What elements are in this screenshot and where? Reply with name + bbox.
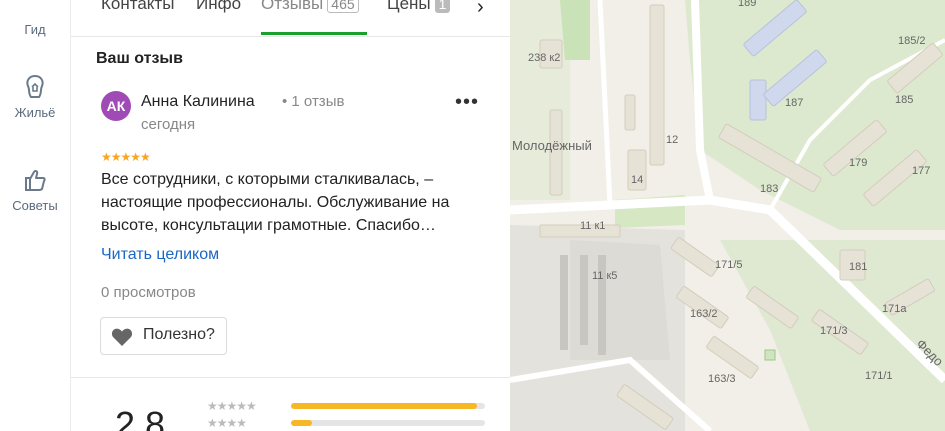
map-label-179: 179	[849, 157, 868, 169]
map-label-14: 14	[631, 174, 644, 186]
map-label-187: 187	[785, 97, 804, 109]
map-view[interactable]: 189 185/2 238 к2 187 185 Молодёжный 12 1…	[510, 0, 945, 431]
left-rail: Гид Жильё Советы	[0, 0, 71, 431]
map-label-183: 183	[760, 183, 779, 195]
map-label-163-2: 163/2	[690, 308, 718, 320]
map-label-189: 189	[738, 0, 757, 9]
tab-info[interactable]: Инфо	[196, 0, 241, 14]
review-views: 0 просмотров	[101, 284, 196, 301]
map-label-molodezhny: Молодёжный	[512, 138, 592, 153]
map-label-171-3: 171/3	[820, 325, 848, 337]
tab-reviews-count: 465	[327, 0, 359, 13]
map-label-238k2: 238 к2	[528, 52, 561, 64]
rail-item-guide-label: Гид	[24, 22, 46, 37]
rating-row-4-stars: ★★★★	[207, 416, 247, 430]
tab-info-label: Инфо	[196, 0, 242, 13]
tab-prices[interactable]: Цены 1	[387, 0, 451, 14]
tab-contacts[interactable]: Контакты	[101, 0, 174, 14]
map-label-171-1: 171/1	[865, 370, 893, 382]
map-label-177: 177	[912, 165, 931, 177]
map-label-163-3: 163/3	[708, 373, 736, 385]
heart-icon	[111, 328, 133, 346]
rail-item-housing[interactable]: Жильё	[0, 73, 70, 120]
rating-row-5-stars: ★★★★★	[207, 399, 257, 413]
place-card-panel: Контакты Инфо Отзывы 465 Цены 1 › Ваш отзы…	[71, 0, 510, 431]
rail-item-tips[interactable]: Советы	[0, 166, 70, 213]
rating-bar-4-fill	[291, 420, 313, 426]
tab-bar: Контакты Инфо Отзывы 465 Цены 1 ›	[71, 0, 510, 37]
map-label-11k5: 11 к5	[592, 270, 618, 282]
more-options-icon[interactable]: •••	[454, 92, 480, 116]
map-label-181: 181	[849, 261, 868, 273]
avatar[interactable]: АК	[101, 91, 131, 121]
thumbs-up-icon	[25, 169, 46, 191]
review-date: сегодня	[141, 116, 196, 133]
rating-bar-4	[291, 420, 485, 426]
rating-bar-5	[291, 403, 485, 409]
review-text: Все сотрудники, с которыми сталкивалась,…	[101, 171, 450, 234]
map-label-185-2: 185/2	[898, 35, 926, 47]
map-label-185: 185	[895, 94, 914, 106]
rail-item-housing-label: Жильё	[14, 105, 56, 120]
tab-prices-label: Цены	[387, 0, 431, 13]
useful-button[interactable]: Полезно?	[100, 317, 227, 355]
review-author[interactable]: Анна Калинина	[141, 93, 255, 111]
map-label-11k1: 11 к1	[580, 220, 606, 232]
rating-bar-5-fill	[291, 403, 478, 409]
map-label-12: 12	[666, 134, 679, 146]
housing-icon	[26, 74, 44, 98]
map-label-171-5: 171/5	[715, 259, 743, 271]
author-review-count: • 1 отзыв	[282, 93, 345, 110]
tab-prices-count: 1	[434, 0, 451, 13]
active-tab-indicator	[261, 32, 367, 35]
chevron-right-icon[interactable]: ›	[477, 0, 484, 19]
map-label-171a: 171а	[882, 303, 907, 315]
section-divider	[71, 377, 510, 378]
review-stars: ★★★★★	[101, 150, 151, 164]
tab-reviews[interactable]: Отзывы 465	[261, 0, 359, 14]
read-more-link[interactable]: Читать целиком	[101, 246, 219, 264]
tab-contacts-label: Контакты	[101, 0, 175, 13]
useful-button-label: Полезно?	[143, 326, 215, 343]
section-title: Ваш отзыв	[96, 50, 183, 67]
overall-rating: 2,8	[115, 404, 166, 431]
tab-reviews-label: Отзывы	[261, 0, 324, 13]
map-base	[510, 0, 945, 431]
rail-item-tips-label: Советы	[12, 198, 58, 213]
